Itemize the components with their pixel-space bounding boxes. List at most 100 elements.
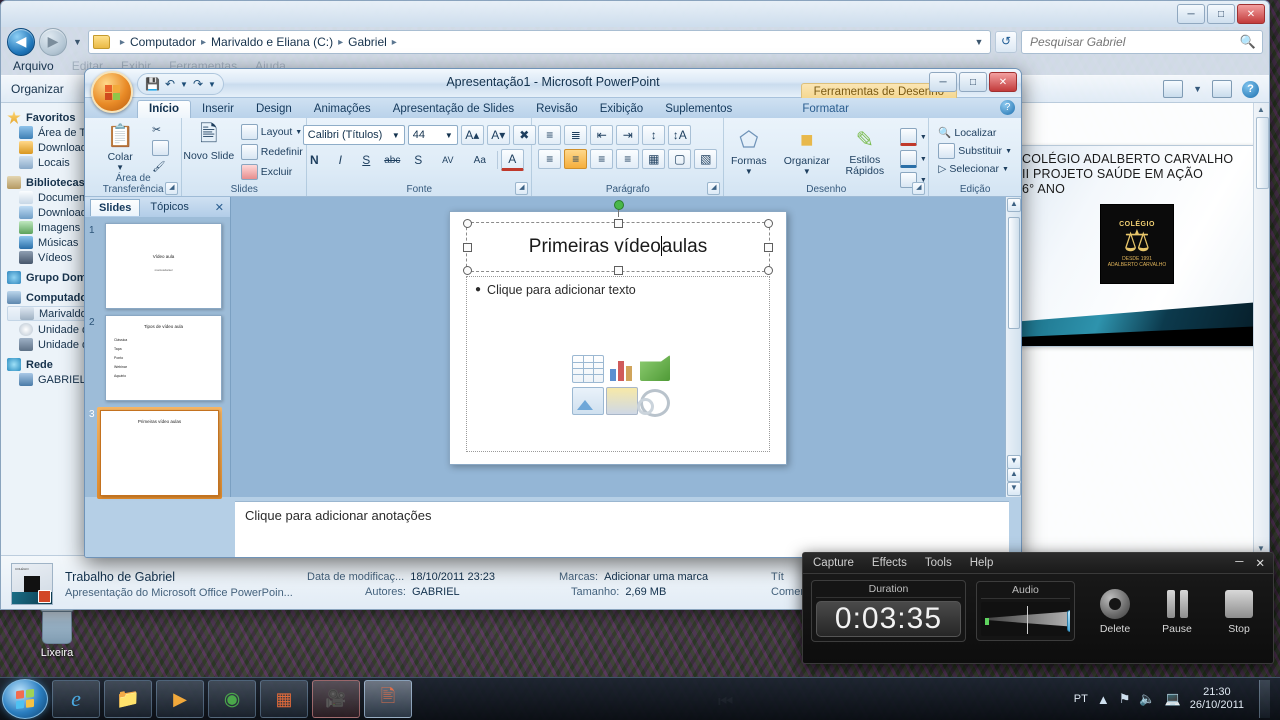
slide-editing-area[interactable]: Primeiras vídeoaulas ● Clique para adici… [231,197,1005,497]
clipboard-dialog-launcher[interactable]: ◢ [165,182,179,195]
resize-handle-n[interactable] [614,219,623,228]
tab-slides[interactable]: Slides [90,198,141,216]
insert-clipart-icon[interactable] [606,387,638,415]
resize-handle-s[interactable] [614,266,623,275]
slide-thumbnail-2[interactable]: 2 Tipos de vídeo aula Clássica Tapa Pont… [89,315,222,401]
breadcrumb[interactable]: ▸ Computador ▸ Marivaldo e Eliana (C:) ▸… [87,30,991,54]
align-left-button[interactable]: ≡ [538,149,562,169]
change-case-button[interactable]: Aa [466,150,494,170]
nav-head-favoritos[interactable]: Favoritos [7,111,95,124]
arrange-dropdown-icon[interactable]: ▼ [803,167,811,176]
show-hidden-icons-icon[interactable]: ▲ [1097,692,1110,707]
network-icon[interactable]: 💻 [1165,691,1181,707]
explorer-maximize-button[interactable]: □ [1207,4,1235,24]
camtasia-minimize-icon[interactable]: ─ [1235,556,1243,570]
tab-inicio[interactable]: Início [137,100,192,118]
powerpoint-help-icon[interactable]: ? [1000,100,1015,115]
resize-handle-e[interactable] [764,243,773,252]
nav-item-unidade-dvd[interactable]: Unidade de DVD [7,323,95,336]
font-size-box[interactable]: 44 ▼ [407,125,458,145]
font-family-dropdown-icon[interactable]: ▼ [392,131,400,140]
office-button[interactable] [91,71,133,113]
bullets-button[interactable]: ≡ [538,125,562,145]
cut-button[interactable]: ✂ [149,123,172,137]
system-tray[interactable]: PT ▲ ⚑ 🔈 💻 21:30 26/10/2011 [1074,680,1280,718]
shape-fill-button[interactable]: ▼ [897,127,930,147]
refresh-button[interactable]: ↺ [995,31,1017,53]
slide-thumbnail-3[interactable]: 3 Primeiras vídeo aulas [89,407,222,499]
taskbar-item-photo-gallery[interactable]: ▦ [260,680,308,718]
delete-button[interactable]: Delete [1089,587,1141,635]
show-desktop-button[interactable] [1259,680,1270,718]
current-slide[interactable]: Primeiras vídeoaulas ● Clique para adici… [449,200,787,465]
navigation-pane[interactable]: Favoritos Área de Trabalho Downloads Loc… [1,103,96,555]
layout-dropdown-icon[interactable]: ▼ [295,129,302,136]
resize-handle-ne[interactable] [764,219,773,228]
camtasia-controls[interactable]: Delete Pause Stop [1089,587,1265,635]
pause-button[interactable]: Pause [1151,587,1203,635]
powerpoint-window[interactable]: 💾 ↶ ▼ ↷ ▼ Apresentação1 - Microsoft Powe… [84,68,1022,558]
notes-pane[interactable]: Clique para adicionar anotações [235,501,1009,557]
font-dialog-launcher[interactable]: ◢ [515,182,529,195]
find-button[interactable]: 🔍 Localizar [935,125,1015,140]
explorer-titlebar[interactable]: ─ □ ✕ [1,1,1269,27]
slide-area-scrollbar[interactable]: ▲ ▼ ▲ ▼ [1005,197,1021,497]
search-box[interactable]: 🔍 [1021,30,1263,54]
camtasia-menu-effects[interactable]: Effects [872,557,907,569]
quick-styles-button[interactable]: ✎ Estilos Rápidos [839,125,891,177]
nav-item-locais[interactable]: Locais [7,156,95,169]
audio-level-slider[interactable] [1066,610,1070,632]
shapes-button[interactable]: ⬠ Formas ▼ [723,125,775,176]
details-tags-value[interactable]: Adicionar uma marca [604,571,708,583]
scrollbar-thumb[interactable] [1256,117,1269,189]
next-slide-button[interactable]: ▼ [1007,482,1021,496]
resize-handle-w[interactable] [463,243,472,252]
italic-button[interactable]: I [329,150,352,170]
tab-inserir[interactable]: Inserir [191,101,245,118]
shape-outline-button[interactable]: ▼ [897,149,930,169]
close-slide-pane-icon[interactable]: ✕ [215,201,224,214]
taskbar-item-google-chrome[interactable]: ◉ [208,680,256,718]
menu-arquivo[interactable]: Arquivo [13,59,54,73]
increase-indent-button[interactable]: ⇥ [616,125,640,145]
font-size-dropdown-icon[interactable]: ▼ [445,131,453,140]
recent-pages-dropdown-icon[interactable]: ▼ [71,37,84,47]
tab-suplementos[interactable]: Suplementos [654,101,743,118]
search-input[interactable] [1028,34,1240,50]
desktop-icon-recycle-bin[interactable]: Lixeira [22,604,92,659]
content-placeholder[interactable]: ● Clique para adicionar texto [466,276,770,452]
copy-button[interactable] [149,139,172,157]
taskbar-item-internet-explorer[interactable]: e [52,680,100,718]
tab-formatar[interactable]: Formatar [791,101,860,118]
font-color-button[interactable]: A [500,149,524,171]
numbering-button[interactable]: ≣ [564,125,588,145]
underline-button[interactable]: S [355,150,378,170]
tab-apresentacao-de-slides[interactable]: Apresentação de Slides [382,101,525,118]
font-family-box[interactable]: Calibri (Títulos) ▼ [302,125,405,145]
camtasia-menu-help[interactable]: Help [970,557,994,569]
ribbon[interactable]: 📋 Colar ▼ ✂ 🖌 Área de Transferência ◢ 🖹 … [85,118,1021,197]
camtasia-window-controls[interactable]: ─ ✕ [1235,556,1265,570]
tab-exibicao[interactable]: Exibição [589,101,654,118]
nav-head-grupo-domestico[interactable]: Grupo Doméstico [7,271,95,284]
camtasia-menu-bar[interactable]: Capture Effects Tools Help ─ ✕ [803,553,1273,574]
back-button[interactable]: ◀ [7,28,35,56]
nav-item-downloads-library[interactable]: Downloads [7,206,95,219]
increase-font-size-button[interactable]: A▴ [460,125,484,145]
powerpoint-close-button[interactable]: ✕ [989,72,1017,92]
character-spacing-button[interactable]: AV [433,150,463,170]
view-dropdown-icon[interactable]: ▼ [1193,84,1202,94]
details-authors-value[interactable]: GABRIEL [412,586,460,598]
nav-item-musicas[interactable]: Músicas [7,236,95,249]
clock[interactable]: 21:30 26/10/2011 [1190,686,1244,712]
tab-revisao[interactable]: Revisão [525,101,589,118]
insert-smartart-icon[interactable] [640,355,670,381]
action-center-icon[interactable]: ⚑ [1119,691,1131,707]
decrease-font-size-button[interactable]: A▾ [486,125,510,145]
previous-slide-button[interactable]: ▲ [1007,468,1021,482]
change-view-icon[interactable] [1163,80,1184,98]
explorer-close-button[interactable]: ✕ [1237,4,1265,24]
nav-head-computador[interactable]: Computador [7,291,95,304]
start-button[interactable] [2,679,48,719]
bold-button[interactable]: N [303,150,326,170]
